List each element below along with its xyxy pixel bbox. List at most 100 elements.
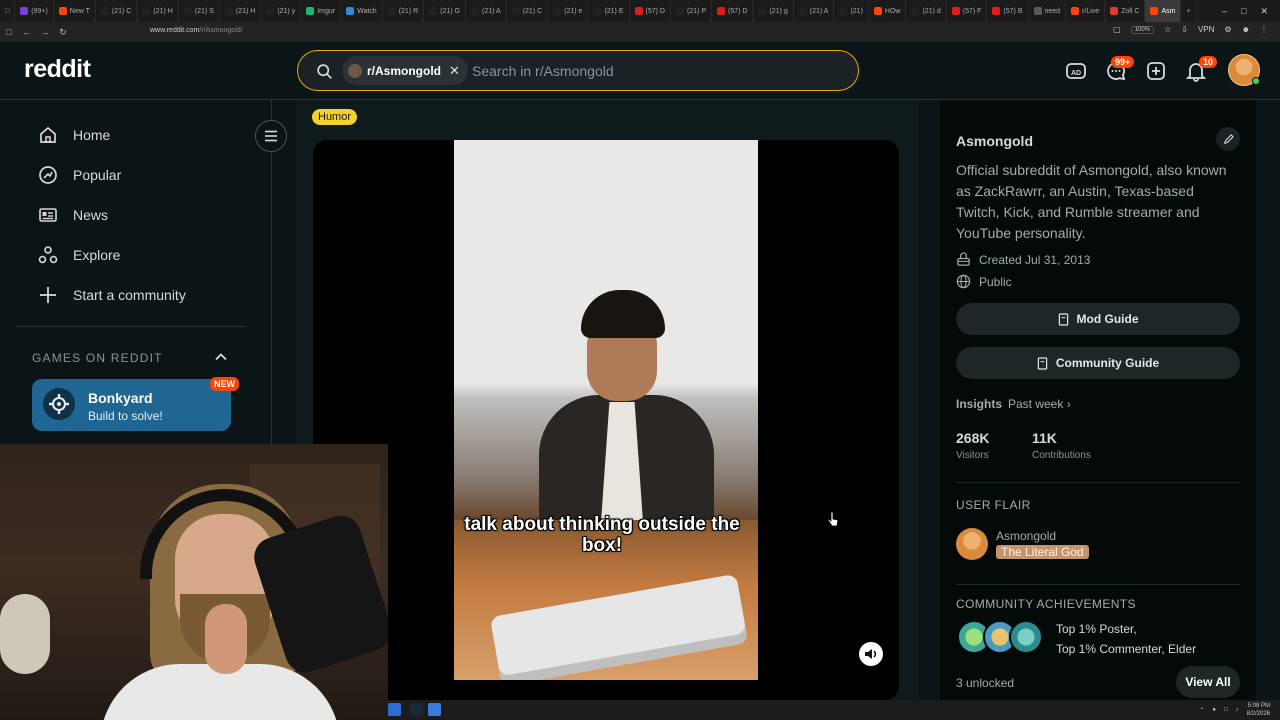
mod-guide-button[interactable]: Mod Guide [956, 303, 1240, 335]
tray-chevron-icon[interactable]: ⌃ [1199, 707, 1204, 714]
menu-icon[interactable]: ⋮ [1260, 25, 1268, 34]
browser-tab[interactable]: need [1029, 0, 1067, 22]
browser-tab[interactable]: (21) y [261, 0, 302, 22]
flair-avatar [956, 528, 988, 560]
taskbar-clock[interactable]: 5:08 PM 8/2/2026 [1247, 702, 1270, 718]
post-flair[interactable]: Humor [312, 109, 358, 125]
zoom-level[interactable]: 100% [1130, 25, 1155, 34]
browser-tab[interactable]: (21) d [906, 0, 947, 22]
unlocked-count: 3 unlocked [956, 676, 1015, 690]
sidebar-item-home[interactable]: Home [38, 125, 110, 145]
visitors-label: Visitors [956, 450, 989, 461]
search-input[interactable]: Search in r/Asmongold [472, 63, 614, 79]
chip-close-icon[interactable]: ✕ [449, 63, 460, 79]
flair-tag[interactable]: The Literal God [996, 545, 1089, 559]
vpn-button[interactable]: VPN [1198, 25, 1214, 34]
maximize-icon[interactable]: □ [1241, 6, 1246, 16]
browser-tab[interactable]: (21) H [137, 0, 179, 22]
volume-button[interactable] [859, 642, 883, 666]
tab-favicon-icon [346, 7, 355, 15]
sidebar-divider [16, 326, 246, 327]
browser-tab[interactable]: (21) G [424, 0, 466, 22]
browser-tab[interactable]: (21) H [220, 0, 262, 22]
tab-label: (21) G [440, 7, 460, 15]
network-icon[interactable]: □ [1224, 707, 1228, 713]
tab-label: (21) C [111, 7, 132, 15]
sidebar-item-explore[interactable]: Explore [38, 245, 120, 265]
new-tab-icon[interactable]: + [1181, 0, 1197, 22]
browser-tab[interactable]: (21) [834, 0, 869, 22]
minimize-icon[interactable]: – [1222, 6, 1227, 16]
steam-icon[interactable] [410, 703, 423, 716]
browser-tab[interactable]: (57) F [947, 0, 988, 22]
achievement-badge-icon[interactable] [1009, 620, 1043, 654]
insights-range-dropdown[interactable]: Past week › [1008, 397, 1071, 411]
sidebar-toggle-icon[interactable]: □ [0, 27, 18, 37]
browser-tab[interactable]: (21) A [794, 0, 835, 22]
system-tray: ⌃ ● □ ♪ 5:08 PM 8/2/2026 [1199, 702, 1270, 718]
chevron-up-icon[interactable] [214, 350, 228, 364]
taskbar-app-icon[interactable] [388, 703, 401, 716]
screen-icon[interactable]: ▢ [1113, 25, 1121, 34]
browser-tab[interactable]: (21) g [753, 0, 794, 22]
browser-tab[interactable]: Zoll C [1105, 0, 1146, 22]
browser-tab[interactable]: r/Live [1066, 0, 1106, 22]
advertise-icon[interactable]: AD [1065, 60, 1087, 82]
browser-tab[interactable]: (21) S [179, 0, 220, 22]
search-bar[interactable]: r/Asmongold ✕ Search in r/Asmongold [297, 50, 859, 91]
tab-favicon-icon [675, 7, 684, 15]
browser-tab[interactable]: (21) C [96, 0, 138, 22]
forward-icon[interactable]: → [36, 27, 54, 37]
game-subtitle: Build to solve! [88, 409, 163, 423]
create-post-icon[interactable] [1145, 60, 1167, 82]
reddit-logo[interactable]: reddit [24, 55, 91, 84]
speaker-icon[interactable]: ♪ [1236, 707, 1239, 713]
tab-sidebar-icon[interactable]: □ [0, 0, 16, 22]
online-status-dot [1252, 77, 1260, 85]
visibility-label: Public [979, 274, 1012, 289]
plus-icon [40, 287, 56, 303]
community-guide-button[interactable]: Community Guide [956, 347, 1240, 379]
browser-tab[interactable]: (57) B [987, 0, 1029, 22]
collapse-nav-button[interactable] [255, 120, 287, 152]
browser-tab[interactable]: Watch [341, 0, 383, 22]
download-icon[interactable]: ⇩ [1181, 25, 1188, 34]
game-card-bonkyard[interactable]: Bonkyard Build to solve! [32, 379, 231, 431]
extensions-icon[interactable]: ⚙ [1224, 25, 1231, 34]
video-player[interactable]: talk about thinking outside the box! [313, 140, 899, 700]
browser-tab[interactable]: New T [54, 0, 96, 22]
subreddit-search-chip[interactable]: r/Asmongold ✕ [342, 56, 468, 85]
sidebar-item-news[interactable]: News [38, 205, 108, 225]
browser-tab[interactable]: (57) D [630, 0, 671, 22]
new-badge: NEW [210, 377, 239, 391]
browser-tab[interactable]: (21) e [548, 0, 589, 22]
url-field[interactable]: www.reddit.com/r/Asmongold/ [150, 27, 243, 34]
browser-tab[interactable]: (99+) [15, 0, 54, 22]
browser-tab[interactable]: (21) P [671, 0, 713, 22]
bookmark-star-icon[interactable]: ☆ [1164, 25, 1171, 34]
reload-icon[interactable]: ↻ [54, 27, 72, 38]
view-all-button[interactable]: View All [1176, 666, 1240, 698]
browser-tab[interactable]: (57) D [712, 0, 754, 22]
user-avatar[interactable] [1228, 54, 1260, 86]
profile-icon[interactable]: ☻ [1242, 25, 1250, 34]
browser-tab[interactable]: (21) A [466, 0, 507, 22]
tab-favicon-icon [511, 7, 520, 15]
taskbar-app-icon[interactable] [428, 703, 441, 716]
browser-tab[interactable]: Asm [1145, 0, 1182, 22]
edit-button[interactable] [1216, 127, 1240, 151]
browser-tab[interactable]: Imgur [301, 0, 342, 22]
browser-tab[interactable]: HOw [869, 0, 907, 22]
close-icon[interactable]: ✕ [1260, 6, 1268, 17]
sidebar-item-popular[interactable]: Popular [38, 165, 121, 185]
tab-favicon-icon [839, 7, 848, 15]
sidebar-item-start-community[interactable]: Start a community [38, 285, 186, 305]
tab-favicon-icon [224, 7, 233, 15]
games-section-heading[interactable]: GAMES ON REDDIT [32, 351, 163, 365]
tab-favicon-icon [387, 7, 396, 15]
browser-tab[interactable]: (21) E [588, 0, 630, 22]
browser-tab[interactable]: (21) C [507, 0, 549, 22]
browser-tab[interactable]: (21) R [383, 0, 425, 22]
tray-app-icon[interactable]: ● [1212, 707, 1216, 713]
back-icon[interactable]: ← [18, 27, 36, 37]
